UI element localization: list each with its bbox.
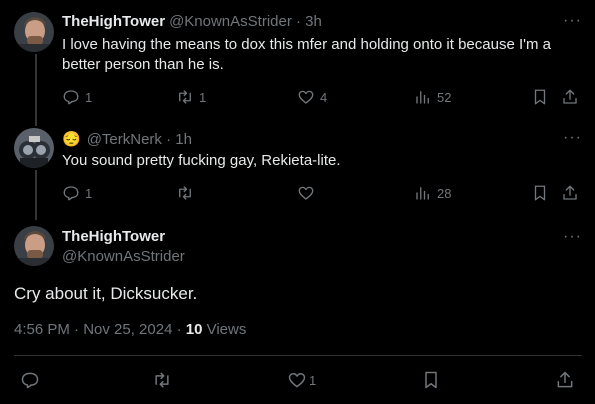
bookmark-button[interactable] bbox=[531, 88, 549, 106]
avatar[interactable] bbox=[14, 226, 54, 266]
like-count: 4 bbox=[320, 89, 328, 105]
reply-icon bbox=[21, 372, 39, 389]
handle-and-time[interactable]: @KnownAsStrider · 3h bbox=[169, 13, 322, 30]
like-icon bbox=[288, 373, 306, 388]
views-button[interactable]: 52 bbox=[414, 88, 451, 106]
share-icon bbox=[563, 89, 577, 104]
retweet-button[interactable] bbox=[152, 370, 172, 390]
bookmark-icon bbox=[534, 89, 546, 105]
display-name[interactable]: TheHighTower bbox=[62, 13, 165, 30]
share-button[interactable] bbox=[561, 88, 579, 106]
bookmark-button[interactable] bbox=[421, 370, 441, 390]
share-button[interactable] bbox=[555, 370, 575, 390]
views-button[interactable]: 28 bbox=[414, 184, 451, 202]
timestamp-line: 4:56 PM · Nov 25, 2024 · 10 Views bbox=[14, 321, 246, 338]
reply-count: 1 bbox=[85, 185, 93, 201]
bookmark-icon bbox=[534, 185, 546, 201]
more-icon[interactable]: ··· bbox=[563, 228, 582, 246]
views-icon bbox=[416, 91, 429, 104]
emoji-display-name[interactable]: 😔 bbox=[62, 130, 81, 148]
like-count: 1 bbox=[309, 372, 317, 388]
divider bbox=[14, 355, 582, 356]
share-button[interactable] bbox=[561, 184, 579, 202]
retweet-button[interactable]: 1 bbox=[176, 88, 206, 106]
views-count: 52 bbox=[437, 89, 452, 105]
like-button[interactable]: 4 bbox=[297, 88, 327, 106]
reply-count: 1 bbox=[85, 89, 93, 105]
bookmark-button[interactable] bbox=[531, 184, 549, 202]
timestamp[interactable]: 4:56 PM · Nov 25, 2024 · bbox=[14, 321, 186, 338]
reply-icon bbox=[63, 90, 79, 105]
tweet-text: You sound pretty fucking gay, Rekieta-li… bbox=[62, 152, 341, 169]
views-icon bbox=[416, 187, 429, 200]
reply-button[interactable]: 1 bbox=[62, 184, 92, 202]
views-count: 10 bbox=[185, 321, 203, 338]
views-count: 28 bbox=[437, 185, 452, 201]
share-icon bbox=[563, 185, 577, 200]
like-icon bbox=[298, 186, 314, 200]
retweet-icon bbox=[179, 186, 191, 200]
thread-line bbox=[35, 54, 37, 126]
share-icon bbox=[557, 371, 573, 388]
more-icon[interactable]: ··· bbox=[563, 129, 582, 147]
avatar[interactable] bbox=[14, 128, 54, 168]
main-tweet-text: Cry about it, Dicksucker. bbox=[14, 284, 198, 303]
handle-and-time[interactable]: @TerkNerk · 1h bbox=[87, 131, 192, 148]
display-name[interactable]: TheHighTower bbox=[62, 228, 165, 245]
like-button[interactable]: 1 bbox=[287, 370, 316, 390]
views-label: Views bbox=[202, 321, 247, 338]
reply-icon bbox=[63, 186, 79, 201]
retweet-button[interactable] bbox=[176, 184, 194, 202]
reply-button[interactable]: 1 bbox=[62, 88, 92, 106]
more-icon[interactable]: ··· bbox=[563, 12, 582, 30]
retweet-count: 1 bbox=[199, 89, 207, 105]
retweet-icon bbox=[155, 372, 169, 388]
handle[interactable]: @KnownAsStrider bbox=[62, 248, 185, 265]
avatar[interactable] bbox=[14, 12, 54, 52]
retweet-icon bbox=[179, 90, 191, 104]
like-icon bbox=[298, 90, 314, 104]
tweet-text: I love having the means to dox this mfer… bbox=[62, 36, 551, 73]
like-button[interactable] bbox=[297, 184, 315, 202]
bookmark-icon bbox=[425, 371, 437, 389]
thread-line bbox=[35, 170, 37, 220]
reply-button[interactable] bbox=[20, 370, 40, 390]
